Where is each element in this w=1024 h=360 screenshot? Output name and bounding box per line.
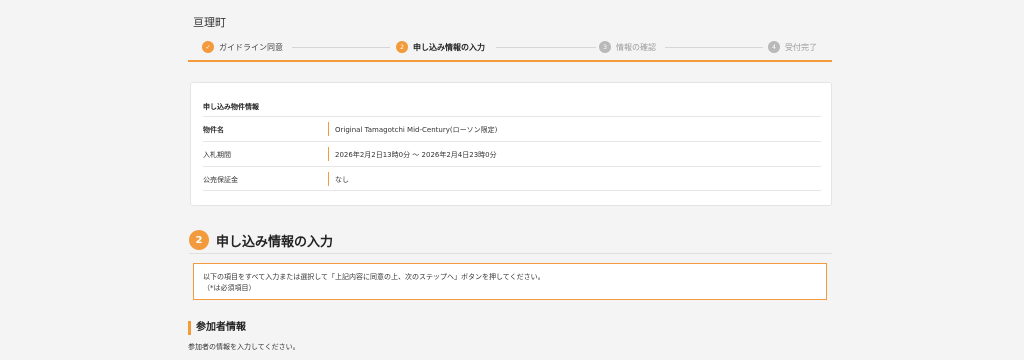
step-label: ガイドライン同意 — [219, 42, 283, 52]
step-connector — [496, 47, 596, 48]
section-number: 2 — [189, 230, 209, 250]
step-label: 情報の確認 — [616, 42, 656, 52]
city-name: 亘理町 — [193, 16, 226, 29]
step-confirm: 3 情報の確認 — [599, 40, 656, 54]
step-number: 4 — [768, 41, 780, 53]
row-key: 公売保証金 — [203, 176, 238, 184]
step-connector — [292, 47, 390, 48]
property-row-name: 物件名 Original Tamagotchi Mid-Century(ローソン… — [203, 116, 821, 140]
property-info-card: 申し込み物件情報 物件名 Original Tamagotchi Mid-Cen… — [190, 82, 832, 206]
row-value: 2026年2月2日13時0分 〜 2026年2月4日23時0分 — [335, 151, 497, 159]
property-row-period: 入札期間 2026年2月2日13時0分 〜 2026年2月4日23時0分 — [203, 141, 821, 165]
row-divider — [328, 122, 329, 136]
row-divider — [328, 172, 329, 186]
participant-heading: 参加者情報 — [188, 321, 246, 335]
check-icon: ✓ — [202, 41, 214, 53]
step-label: 申し込み情報の入力 — [413, 42, 485, 52]
instruction-notice: 以下の項目をすべて入力または選択して「上記内容に同意の上、次のステップへ」ボタン… — [193, 263, 827, 300]
progress-stepper: ✓ ガイドライン同意 2 申し込み情報の入力 3 情報の確認 4 受付完了 — [188, 38, 832, 62]
card-title: 申し込み物件情報 — [203, 103, 259, 111]
step-number: 3 — [599, 41, 611, 53]
notice-line: （*は必須項目） — [203, 284, 256, 292]
row-divider — [328, 147, 329, 161]
section-title: 申し込み情報の入力 — [216, 235, 334, 250]
property-row-deposit: 公売保証金 なし — [203, 166, 821, 190]
step-label: 受付完了 — [785, 42, 817, 52]
step-complete: 4 受付完了 — [768, 40, 817, 54]
row-key: 入札期間 — [203, 151, 231, 159]
section-header: 2 申し込み情報の入力 — [189, 230, 832, 254]
step-connector — [665, 47, 763, 48]
step-guideline: ✓ ガイドライン同意 — [202, 40, 283, 54]
notice-line: 以下の項目をすべて入力または選択して「上記内容に同意の上、次のステップへ」ボタン… — [203, 273, 545, 281]
step-number: 2 — [396, 41, 408, 53]
participant-description: 参加者の情報を入力してください。 — [188, 343, 300, 351]
row-value: なし — [335, 176, 349, 184]
row-value: Original Tamagotchi Mid-Century(ローソン限定) — [335, 126, 498, 134]
step-input: 2 申し込み情報の入力 — [396, 40, 485, 54]
row-divider — [203, 190, 821, 191]
row-key: 物件名 — [203, 126, 224, 134]
